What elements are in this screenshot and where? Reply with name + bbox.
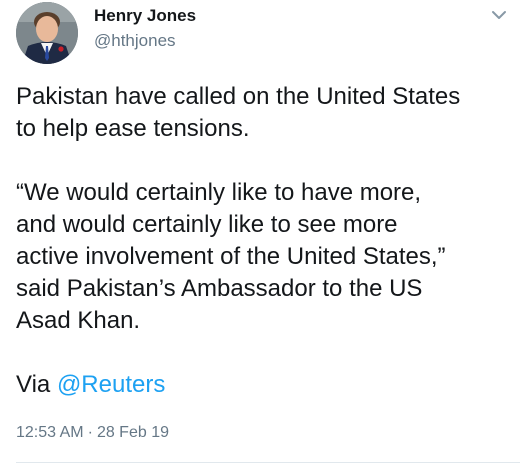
divider bbox=[16, 462, 520, 463]
tweet-line: active involvement of the United States,… bbox=[16, 243, 446, 270]
tweet-line: Pakistan have called on the United State… bbox=[16, 83, 461, 110]
tweet-text: Pakistan have called on the United State… bbox=[16, 81, 512, 401]
via-label: Via bbox=[16, 371, 51, 398]
tweet-date: 28 Feb 19 bbox=[96, 424, 169, 441]
avatar[interactable] bbox=[16, 2, 78, 64]
author-handle[interactable]: @hthjones bbox=[94, 31, 176, 51]
tweet-line: and would certainly like to see more bbox=[16, 211, 398, 238]
tweet-paragraph-3: Via @Reuters bbox=[16, 369, 512, 401]
timestamp-separator: · bbox=[87, 424, 93, 441]
author-name[interactable]: Henry Jones bbox=[94, 6, 196, 26]
tweet-line: “We would certainly like to have more, bbox=[16, 179, 422, 206]
tweet-line: to help ease tensions. bbox=[16, 115, 250, 142]
tweet-paragraph-2: “We would certainly like to have more, a… bbox=[16, 177, 512, 337]
tweet-timestamp[interactable]: 12:53 AM · 28 Feb 19 bbox=[16, 424, 169, 442]
chevron-down-icon[interactable] bbox=[488, 6, 510, 24]
tweet-line: said Pakistan’s Ambassador to the US bbox=[16, 275, 423, 302]
avatar-image bbox=[16, 2, 78, 64]
tweet-time: 12:53 AM bbox=[16, 424, 84, 441]
tweet: Henry Jones @hthjones Pakistan have call… bbox=[0, 0, 520, 464]
reuters-mention-link[interactable]: @Reuters bbox=[57, 371, 165, 398]
tweet-line: Asad Khan. bbox=[16, 307, 141, 334]
tweet-paragraph-1: Pakistan have called on the United State… bbox=[16, 81, 512, 145]
